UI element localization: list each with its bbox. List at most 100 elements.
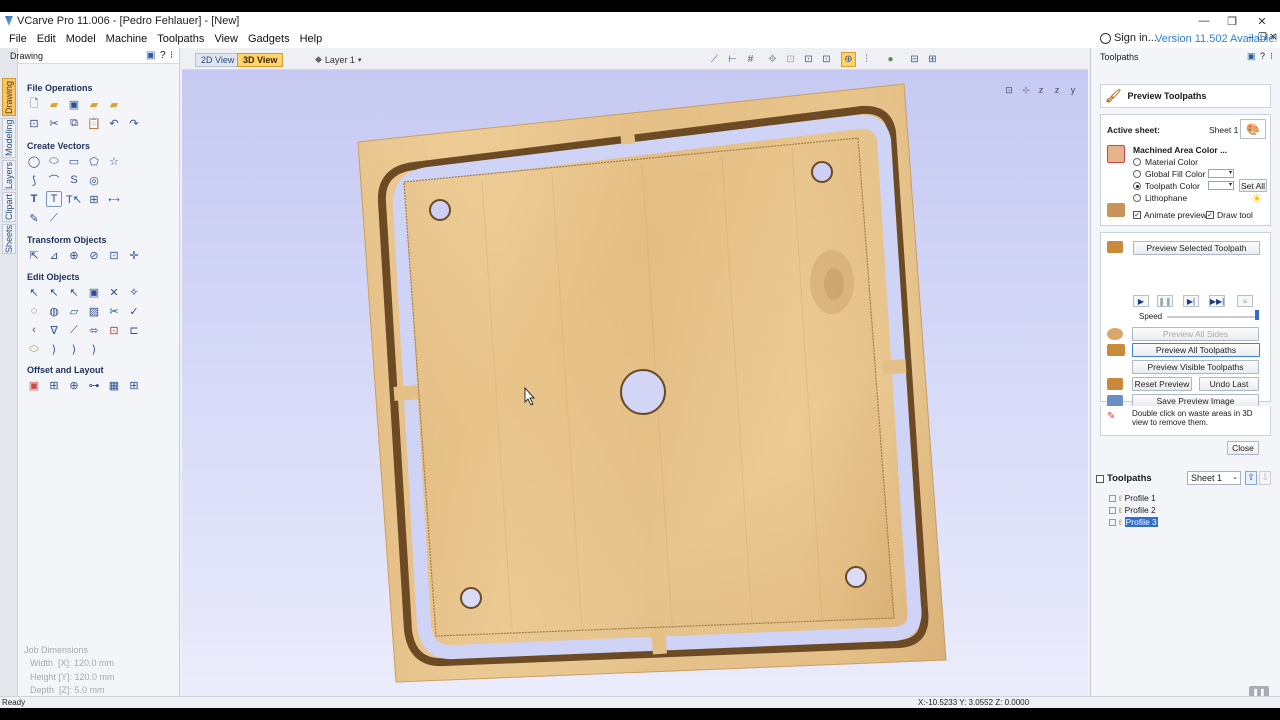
import-component-icon[interactable]: ▰ [106,96,122,112]
ramp-icon[interactable]: ⟩ [86,341,102,357]
autohide-icon[interactable]: ⁝ [170,50,173,61]
mdi-close-icon[interactable]: ✕ [1269,32,1277,43]
radio-toolpath-color[interactable]: Toolpath Color [1133,181,1200,191]
toggle-3d-icon[interactable]: ⊕ [841,52,856,67]
node-edit-icon[interactable]: ↖ [46,284,62,300]
subtract-icon[interactable]: ◍ [46,303,62,319]
reset-preview-button[interactable]: Reset Preview [1132,377,1192,391]
menu-toolpaths[interactable]: Toolpaths [152,33,209,45]
global-fill-swatch[interactable]: ▾ [1208,169,1234,178]
toolpath-visibility-checkbox[interactable] [1109,494,1116,502]
job-setup-icon[interactable]: ⊡ [26,115,42,131]
weld-icon[interactable]: ◌ [26,303,42,319]
smooth-icon[interactable]: ⟡ [126,284,142,300]
radio-material-color[interactable]: Material Color [1133,157,1198,167]
import-vectors-icon[interactable]: ▰ [86,96,102,112]
stop-icon[interactable]: ≡ [1237,295,1253,307]
draw-star-icon[interactable]: ☆ [106,153,122,169]
toolpath-visibility-checkbox[interactable] [1109,518,1116,526]
menu-model[interactable]: Model [61,33,101,45]
save-file-icon[interactable]: ▣ [66,96,82,112]
preview-all-toolpaths-button[interactable]: Preview All Toolpaths [1132,343,1260,357]
cut-icon[interactable]: ✂ [46,115,62,131]
chamfer-icon[interactable]: ‹ [26,322,42,338]
rotate-icon[interactable]: ⊕ [66,247,82,263]
ungroup-icon[interactable]: ✕ [106,284,122,300]
preview-visible-toolpaths-button[interactable]: Preview Visible Toolpaths [1132,360,1259,374]
tab-tool-icon[interactable]: ⟩ [46,341,62,357]
menu-help[interactable]: Help [295,33,328,45]
toolpath-color-swatch[interactable]: ▾ [1208,181,1234,190]
bend-icon[interactable]: ⟩ [66,341,82,357]
zoom-box-icon[interactable]: ⊡ [783,52,798,67]
menu-edit[interactable]: Edit [32,33,61,45]
draw-polygon-icon[interactable]: ⬠ [86,153,102,169]
distort-icon[interactable]: ✛ [126,247,142,263]
copy-along-vector-icon[interactable]: ⊶ [86,377,102,393]
measure-icon[interactable]: ⟷ [106,191,122,207]
trim-icon[interactable]: ✂ [106,303,122,319]
rulers-icon[interactable]: ⊢ [725,52,740,67]
trace-bitmap-icon[interactable]: ✎ [26,210,42,226]
tab-drawing[interactable]: Drawing [2,78,16,116]
zoom-extents-icon[interactable]: ⊡ [801,52,816,67]
speed-slider-thumb[interactable] [1255,310,1259,320]
sheet-dropdown[interactable]: Sheet 1 ⌄ [1187,471,1241,485]
animate-preview-checkbox[interactable]: ✓ Animate preview [1133,210,1207,220]
pin-icon[interactable]: ▣ [146,50,155,61]
align-icon[interactable]: ⊡ [106,247,122,263]
array-icon[interactable]: ⊞ [126,377,142,393]
set-size-icon[interactable]: ⊿ [46,247,62,263]
sign-in-link[interactable]: Sign in... [1100,32,1157,44]
close-vectors-icon[interactable]: ⬄ [86,322,102,338]
tab-layers[interactable]: Layers [2,160,16,190]
minimize-button[interactable]: — [1190,12,1218,30]
draw-arc-icon[interactable]: S [66,172,82,188]
speed-slider[interactable] [1167,316,1259,318]
move-icon[interactable]: ⇱ [26,247,42,263]
draw-rectangle-icon[interactable]: ▭ [66,153,82,169]
tab-modeling[interactable]: Modeling [2,118,16,158]
menu-view[interactable]: View [209,33,243,45]
fillet-icon[interactable]: ▨ [86,303,102,319]
step-icon[interactable]: ▶| [1183,295,1199,307]
split-view-icon[interactable]: ⊞ [925,52,940,67]
draw-tool-checkbox[interactable]: ✓ Draw tool [1206,210,1253,220]
panel-pin-icon[interactable]: ▣ [1247,51,1256,62]
toolpaths-list-checkbox[interactable]: Toolpaths [1096,473,1152,484]
pause-icon[interactable]: ❚❚ [1157,295,1173,307]
draw-ellipse-icon[interactable]: ⬭ [46,153,62,169]
menu-gadgets[interactable]: Gadgets [243,33,295,45]
move-up-icon[interactable]: ⇧ [1245,471,1257,485]
toolpath-row[interactable]: ℓ Profile 2 [1109,504,1158,516]
paste-icon[interactable]: 📋 [86,115,102,131]
preview-all-sides-button[interactable]: Preview All Sides [1132,327,1259,341]
nested-vectors-icon[interactable]: ⬭ [26,341,42,357]
grid-icon[interactable]: # [743,52,758,67]
close-window-button[interactable]: ✕ [1248,12,1276,30]
move-down-icon[interactable]: ⇩ [1259,471,1271,485]
circular-copy-icon[interactable]: ⊕ [66,377,82,393]
draw-curve-icon[interactable]: ⌒ [46,172,62,188]
pan-icon[interactable]: ✥ [765,52,780,67]
text-tool-icon[interactable]: T [26,191,42,207]
text-on-curve-icon[interactable]: T [46,191,62,207]
close-preview-button[interactable]: Close [1227,441,1259,455]
layer-selector[interactable]: ◆ Layer 1 ▾ [315,54,361,65]
tab-clipart[interactable]: Clipart [2,192,16,222]
tab-sheets[interactable]: Sheets [2,224,16,254]
new-file-icon[interactable]: 🗋 [26,96,42,112]
interactive-select-icon[interactable]: ↖ [66,284,82,300]
radio-global-fill-color[interactable]: Global Fill Color [1133,169,1205,179]
preview-selected-toolpath-button[interactable]: Preview Selected Toolpath [1133,241,1260,255]
skip-to-end-icon[interactable]: ▶▶| [1209,295,1225,307]
panel-help-icon[interactable]: ? [1260,51,1265,61]
open-file-icon[interactable]: ▰ [46,96,62,112]
undo-last-button[interactable]: Undo Last [1199,377,1259,391]
lighting-icon[interactable]: ● [883,52,898,67]
radio-lithophane[interactable]: Lithophane [1133,193,1187,203]
offset-icon[interactable]: ▣ [26,377,42,393]
fit-curves-icon[interactable]: ⊏ [126,322,142,338]
view-mode-icon[interactable]: ⫶ [859,52,874,67]
draw-line-icon[interactable]: ⟋ [46,210,62,226]
